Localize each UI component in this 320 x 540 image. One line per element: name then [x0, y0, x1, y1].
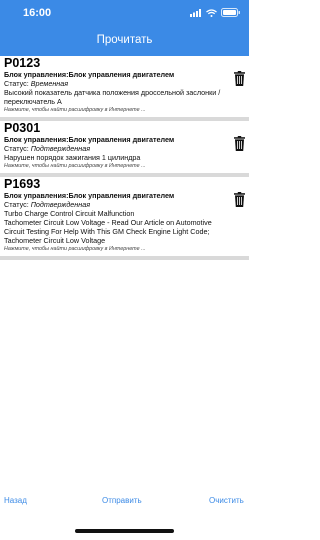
status-value: Подтвержденная [30, 144, 91, 153]
back-button[interactable]: Назад [4, 496, 27, 505]
module-name: Блок управления:Блок управления двигател… [4, 135, 175, 144]
page-title: Прочитать [96, 34, 153, 46]
module-name: Блок управления:Блок управления двигател… [4, 70, 175, 79]
battery-icon [221, 8, 240, 17]
status-time: 16:00 [23, 7, 52, 19]
clear-button[interactable]: Очистить [209, 496, 244, 505]
status-label: Статус: [4, 200, 29, 209]
trouble-code-list: P0123 Блок управления:Блок управления дв… [0, 56, 249, 260]
code-description: Turbo Charge Control Circuit Malfunction… [4, 209, 212, 245]
status-row: Статус: Подтвержденная [4, 144, 229, 153]
status-label: Статус: [4, 79, 29, 88]
send-button[interactable]: Отправить [102, 496, 142, 505]
status-label: Статус: [4, 144, 29, 153]
status-value: Подтвержденная [30, 200, 91, 209]
header-bar: 16:00 Прочитать [0, 0, 249, 56]
signal-icon [190, 8, 201, 17]
search-hint-link[interactable]: Нажмите, чтобы найти расшифровку в Интер… [4, 245, 229, 253]
wifi-icon [206, 8, 217, 17]
status-value: Временная [30, 79, 69, 88]
trash-icon[interactable] [234, 192, 245, 207]
trash-icon[interactable] [234, 136, 245, 151]
dtc-code: P0123 [4, 56, 41, 70]
bottom-toolbar: Назад Отправить Очистить [0, 490, 249, 512]
search-hint-link[interactable]: Нажмите, чтобы найти расшифровку в Интер… [4, 106, 229, 114]
list-item[interactable]: P1693 Блок управления:Блок управления дв… [0, 177, 249, 260]
list-item[interactable]: P0301 Блок управления:Блок управления дв… [0, 121, 249, 177]
dtc-code: P1693 [4, 177, 41, 191]
home-indicator [75, 529, 174, 533]
module-name: Блок управления:Блок управления двигател… [4, 191, 175, 200]
trash-icon[interactable] [234, 71, 245, 86]
search-hint-link[interactable]: Нажмите, чтобы найти расшифровку в Интер… [4, 162, 229, 170]
code-description: Нарушен порядок зажигания 1 цилиндра [4, 153, 141, 162]
dtc-code: P0301 [4, 121, 41, 135]
code-description: Высокий показатель датчика положения дро… [4, 88, 221, 106]
status-row: Статус: Временная [4, 79, 229, 88]
list-item[interactable]: P0123 Блок управления:Блок управления дв… [0, 56, 249, 121]
status-row: Статус: Подтвержденная [4, 200, 229, 209]
status-icons [190, 8, 241, 17]
